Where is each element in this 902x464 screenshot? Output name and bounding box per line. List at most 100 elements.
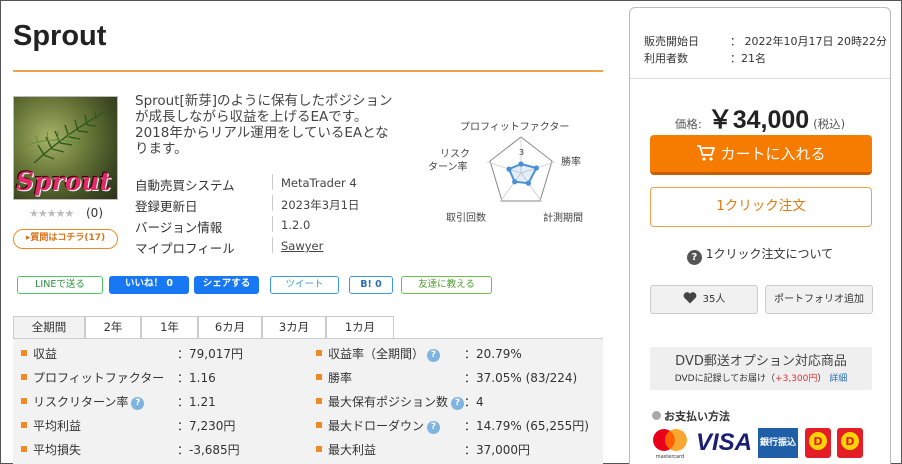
spec-value: MetaTrader 4: [281, 176, 357, 190]
tab-1y[interactable]: 1年: [141, 316, 198, 338]
radar-point: [518, 161, 524, 167]
radar-label-return: ターン率: [428, 162, 468, 173]
stat-value: ：20.79%: [464, 347, 522, 361]
questions-button[interactable]: ▸質問はコチラ(17): [13, 229, 118, 249]
stats-panel: 収益 ：79,017円 プロフィットファクター ：1.16 リスクリターン率? …: [13, 338, 603, 464]
facebook-share-button[interactable]: シェアする: [194, 276, 259, 294]
price-label: 価格:: [674, 117, 702, 131]
stat-label: 平均利益: [33, 419, 82, 433]
stat-label: 平均損失: [33, 443, 82, 457]
stat-label-text: 最大保有ポジション数: [328, 395, 449, 409]
tweet-button[interactable]: ツイート: [270, 276, 339, 294]
add-to-cart-button[interactable]: カートに入れる: [650, 135, 872, 175]
purchase-sidebar: 販売開始日 ： 2022年10月17日 20時22分 利用者数 ：21名 価格:…: [629, 7, 891, 464]
product-description: Sprout[新芽]のように保有したポジションが成長しながら収益を上げるEAです…: [135, 93, 393, 157]
svg-text:D: D: [845, 435, 854, 448]
svg-text:D: D: [813, 435, 822, 448]
stat-row: プロフィットファクター ：1.16: [21, 366, 301, 388]
spec-value: 2023年3月1日: [281, 198, 360, 212]
radar-point: [506, 166, 512, 172]
stat-row: 収益 ：79,017円: [21, 342, 301, 364]
stat-value: ：14.79% (65,255円): [464, 419, 589, 433]
stat-value: ：37,000円: [464, 443, 530, 457]
price-block: 価格: ￥34,000 (税込): [630, 100, 890, 136]
tab-all[interactable]: 全期間: [13, 316, 85, 338]
stat-value: ：1.16: [177, 371, 216, 385]
rating-count: (0): [86, 206, 103, 220]
line-share-button[interactable]: LINEで送る: [17, 276, 103, 294]
product-thumbnail[interactable]: Sprout: [13, 96, 118, 200]
favorite-count: 35人: [702, 294, 726, 305]
stat-bullet: [21, 374, 27, 380]
product-main: Sprout Sprout ★★★★★ (0) ▸質問はコチラ(17) Spro…: [13, 0, 603, 464]
price-amount: ￥34,000: [707, 106, 810, 134]
spec-label: 登録更新日: [135, 199, 198, 214]
stat-row: 平均利益 ：7,230円: [21, 414, 301, 436]
spec-row: バージョン情報 1.2.0: [135, 214, 405, 235]
stat-label: 収益率（全期間）?: [328, 345, 441, 362]
stat-row: 最大ドローダウン? ：14.79% (65,255円): [316, 414, 601, 436]
bullet-icon: [652, 411, 661, 420]
stat-value: ：1.21: [177, 395, 216, 409]
help-icon[interactable]: ?: [131, 397, 145, 410]
help-icon[interactable]: ?: [427, 349, 441, 362]
heart-icon: [683, 292, 696, 304]
radar-chart: プロフィットファクター 勝率 計測期間 取引回数 リスク ターン率 3: [428, 115, 603, 225]
one-click-about-link[interactable]: ? 1クリック注文について: [630, 245, 890, 265]
stat-value: ：-3,685円: [177, 443, 240, 457]
sale-start-value: ： 2022年10月17日 20時22分: [730, 35, 887, 48]
thumbnail-brand: Sprout: [16, 167, 112, 196]
one-click-order-button[interactable]: 1クリック注文: [650, 187, 872, 227]
sale-start-label: 販売開始日: [644, 35, 699, 48]
spec-table: 自動売買システム MetaTrader 4 登録更新日 2023年3月1日 バー…: [135, 172, 405, 256]
spec-row: 自動売買システム MetaTrader 4: [135, 172, 405, 193]
product-title: Sprout: [13, 20, 107, 52]
stat-bullet: [21, 446, 27, 452]
add-portfolio-button[interactable]: ポートフォリオ追加: [765, 285, 873, 314]
stat-bullet: [316, 446, 322, 452]
mastercard-logo-icon: mastercard: [653, 429, 687, 460]
help-icon[interactable]: ?: [427, 421, 441, 434]
stat-label: 収益: [33, 347, 58, 361]
stat-value: ：7,230円: [177, 419, 236, 433]
rating-stars: ★★★★★: [29, 207, 74, 220]
dvd-detail-link[interactable]: 詳細: [829, 374, 847, 384]
tab-2y[interactable]: 2年: [85, 316, 141, 338]
facebook-like-button[interactable]: いいね！ 0: [109, 276, 189, 294]
favorite-button[interactable]: 35人: [650, 285, 758, 314]
bank-transfer-logo: 銀行振込: [758, 428, 798, 458]
spec-separator: [272, 216, 273, 232]
users-value: ：21名: [730, 52, 766, 65]
stat-bullet: [316, 350, 322, 356]
users-label: 利用者数: [644, 52, 688, 65]
radar-point: [512, 179, 518, 185]
stat-row: 収益率（全期間）? ：20.79%: [316, 342, 601, 364]
help-icon[interactable]: ?: [451, 397, 465, 410]
spec-separator: [272, 174, 273, 190]
stat-label-text: 収益率（全期間）: [328, 347, 425, 361]
stat-value: ：4: [464, 395, 484, 409]
spec-label: バージョン情報: [135, 220, 223, 235]
tab-6m[interactable]: 6カ月: [198, 316, 262, 338]
dvd-option-box: DVD郵送オプション対応商品 DVDに記録してお届け（+3,300円） 詳細: [650, 347, 872, 390]
dvd-price: +3,300円: [775, 374, 818, 384]
profile-link[interactable]: Sawyer: [281, 239, 323, 253]
tell-friend-button[interactable]: 友達に教える: [401, 276, 492, 294]
tab-1m[interactable]: 1カ月: [326, 316, 394, 338]
dvd-subtitle: DVDに記録してお届け（+3,300円） 詳細: [650, 371, 872, 384]
stat-label: 勝率: [328, 371, 353, 385]
stat-label: 最大保有ポジション数?: [328, 393, 465, 410]
stat-bullet: [21, 350, 27, 356]
stat-row: 最大保有ポジション数? ：4: [316, 390, 601, 412]
payment-title-text: お支払い方法: [664, 410, 730, 423]
stat-value: ：79,017円: [177, 347, 243, 361]
dvd-sub-text: DVDに記録してお届け（: [674, 374, 776, 384]
hatena-bookmark-button[interactable]: B! 0: [349, 276, 393, 294]
stat-label: 最大利益: [328, 443, 377, 457]
svg-text:mastercard: mastercard: [656, 454, 684, 460]
tab-3m[interactable]: 3カ月: [262, 316, 326, 338]
radar-point: [525, 180, 532, 186]
spec-row: マイプロフィール Sawyer: [135, 235, 405, 256]
stat-bullet: [21, 422, 27, 428]
spec-label: 自動売買システム: [135, 178, 235, 193]
